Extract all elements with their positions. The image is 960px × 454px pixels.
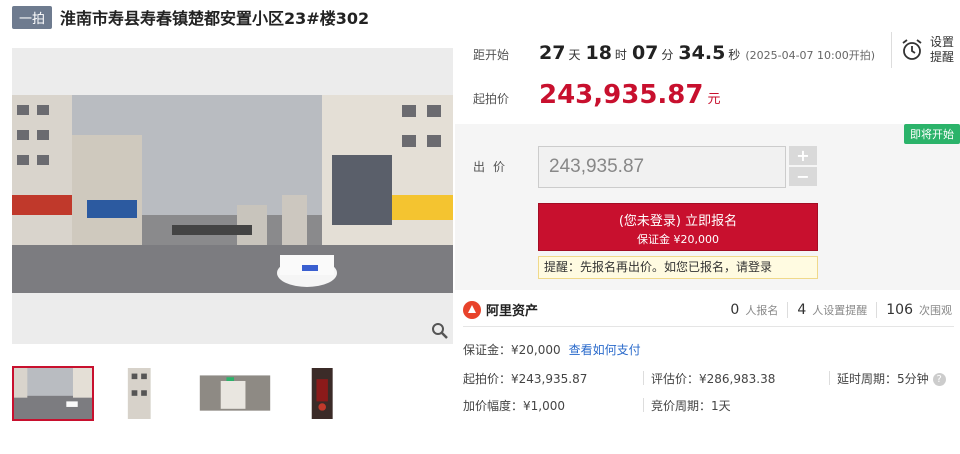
- thumbnail-2[interactable]: [103, 366, 185, 421]
- start-price-label: 起拍价: [473, 92, 510, 106]
- start-price-value: 243,935.87: [539, 80, 704, 110]
- help-icon[interactable]: ?: [932, 373, 946, 386]
- bid-panel: 即将开始 出价 243,935.87 + − (您未登录) 立即报名 保证金 ¥…: [455, 124, 960, 290]
- divider: [876, 302, 878, 318]
- seconds-unit: 秒: [728, 48, 741, 62]
- set-reminder-button[interactable]: 设置提醒: [891, 32, 960, 68]
- price-unit: 元: [707, 92, 721, 107]
- how-to-pay-link[interactable]: 查看如何支付: [569, 343, 641, 357]
- view-count: 106: [886, 302, 913, 318]
- start-time-note: (2025-04-07 10:00开拍): [745, 49, 876, 62]
- street-photo: [12, 95, 453, 293]
- minutes-unit: 分: [661, 48, 674, 62]
- ali-logo-icon: [463, 300, 481, 319]
- deposit-label: 保证金 ¥20,000: [637, 233, 719, 246]
- days-unit: 天: [568, 48, 581, 62]
- page-title: 淮南市寿县寿春镇楚都安置小区23#楼302: [60, 9, 370, 28]
- main-photo[interactable]: [12, 48, 453, 344]
- countdown-label: 距开始: [473, 48, 510, 62]
- alarm-clock-icon: [902, 39, 922, 60]
- decrease-bid-button[interactable]: −: [789, 167, 817, 186]
- thumbnail-1[interactable]: [12, 366, 94, 421]
- thumbnail-3[interactable]: [194, 366, 276, 421]
- detail-appraisal: 评估价：¥286,983.38: [651, 372, 776, 386]
- countdown-days: 27: [539, 42, 566, 64]
- view-count-label: 次围观: [919, 304, 952, 317]
- divider: [829, 371, 830, 385]
- countdown-hours: 18: [585, 42, 612, 64]
- signup-label: (您未登录) 立即报名: [618, 214, 738, 229]
- zoom-icon[interactable]: [431, 322, 449, 340]
- divider: [643, 371, 644, 385]
- thumbnail-4[interactable]: [285, 366, 367, 421]
- reminder-label: 设置提醒: [930, 35, 955, 64]
- thumbnail-strip: [12, 366, 376, 421]
- bid-amount-input[interactable]: 243,935.87: [538, 146, 786, 188]
- countdown-minutes: 07: [631, 42, 659, 64]
- signup-button[interactable]: (您未登录) 立即报名 保证金 ¥20,000: [538, 203, 818, 251]
- stat-counters: 0 人报名 4 人设置提醒 106 次围观: [730, 302, 952, 318]
- bid-label: 出价: [473, 160, 514, 174]
- signup-count-label: 人报名: [745, 304, 779, 317]
- auction-round-tag: 一拍: [12, 5, 53, 29]
- countdown-row: 距开始 27 天 18 时 07 分 34.5 秒 (2025-04-07 10:00开…: [473, 42, 875, 64]
- detail-increment: 加价幅度：¥1,000: [463, 399, 565, 413]
- ali-assets-logo: 阿里资产: [463, 300, 538, 319]
- start-price-row: 起拍价 243,935.87 元: [473, 80, 721, 110]
- signup-count: 0: [730, 302, 740, 318]
- title-row: 一拍 淮南市寿县寿春镇楚都安置小区23#楼302: [12, 5, 370, 29]
- divider: [787, 302, 789, 318]
- detail-cycle: 竞价周期：1天: [651, 399, 731, 413]
- hours-unit: 时: [614, 48, 627, 62]
- reminder-count-label: 人设置提醒: [812, 304, 868, 317]
- stats-bar: 阿里资产 0 人报名 4 人设置提醒 106 次围观: [463, 297, 954, 327]
- login-tip[interactable]: 提醒：先报名再出价。如您已报名，请登录: [538, 256, 818, 279]
- detail-delay-row: 延时周期：5分钟?: [837, 370, 946, 387]
- divider: [643, 398, 644, 412]
- increase-bid-button[interactable]: +: [789, 146, 817, 165]
- reminder-count: 4: [797, 302, 807, 318]
- status-badge: 即将开始: [904, 124, 960, 144]
- deposit-row: 保证金：¥20,000 查看如何支付: [463, 341, 641, 358]
- platform-name: 阿里资产: [486, 304, 539, 319]
- detail-start-price: 起拍价：¥243,935.87: [463, 372, 588, 386]
- deposit-text: 保证金：¥20,000: [463, 343, 561, 357]
- detail-delay: 延时周期：5分钟: [837, 372, 929, 386]
- countdown-seconds: 34.5: [678, 42, 726, 64]
